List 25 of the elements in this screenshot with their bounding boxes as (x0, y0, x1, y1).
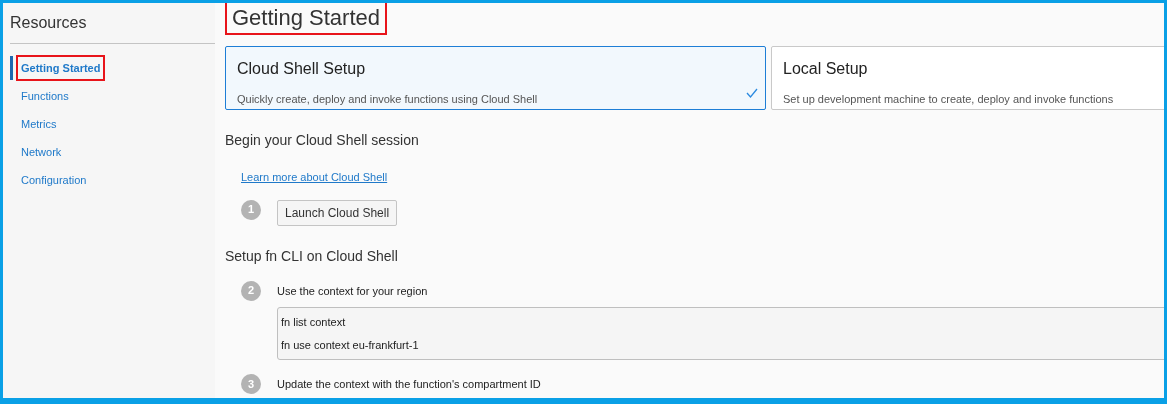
card-description: Set up development machine to create, deploy and invoke functions (783, 92, 1115, 107)
section-heading: Setup fn CLI on Cloud Shell (225, 246, 399, 266)
code-line: fn list context (281, 315, 347, 330)
code-line: fn use context eu-frankfurt-1 (281, 337, 420, 353)
sidebar-title: Resources (10, 11, 215, 44)
step-text: Update the context with the function's compartment ID (277, 377, 542, 392)
sidebar-item[interactable]: Network (16, 138, 67, 166)
check-icon (746, 88, 758, 98)
launch-button[interactable]: Launch Cloud Shell (277, 199, 398, 226)
learn-more-link[interactable]: Learn more about Cloud Shell (241, 169, 388, 186)
sidebar-item[interactable]: Configuration (16, 166, 92, 194)
sidebar-item[interactable]: Functions (16, 82, 74, 110)
step-number: 1 (241, 199, 261, 220)
step-number: 3 (241, 374, 261, 394)
step-number: 2 (241, 280, 261, 301)
card-title: Cloud Shell Setup (237, 59, 367, 79)
card-description: Quickly create, deploy and invoke functions using Cloud Shell (237, 92, 539, 107)
setup-card[interactable]: Local Setup Set up development machine to create, deploy and invoke functions (771, 46, 1164, 110)
sidebar-item[interactable]: Metrics (16, 110, 62, 138)
section-heading: Begin your Cloud Shell session (225, 131, 420, 150)
setup-card[interactable]: Cloud Shell Setup Quickly create, deploy and invoke functions using Cloud Shell (225, 46, 766, 110)
step-text: Use the context for your region (277, 283, 429, 299)
sidebar-item[interactable]: Getting Started (16, 54, 106, 82)
card-title: Local Setup (783, 59, 869, 79)
page-title: Getting Started (225, 3, 387, 35)
